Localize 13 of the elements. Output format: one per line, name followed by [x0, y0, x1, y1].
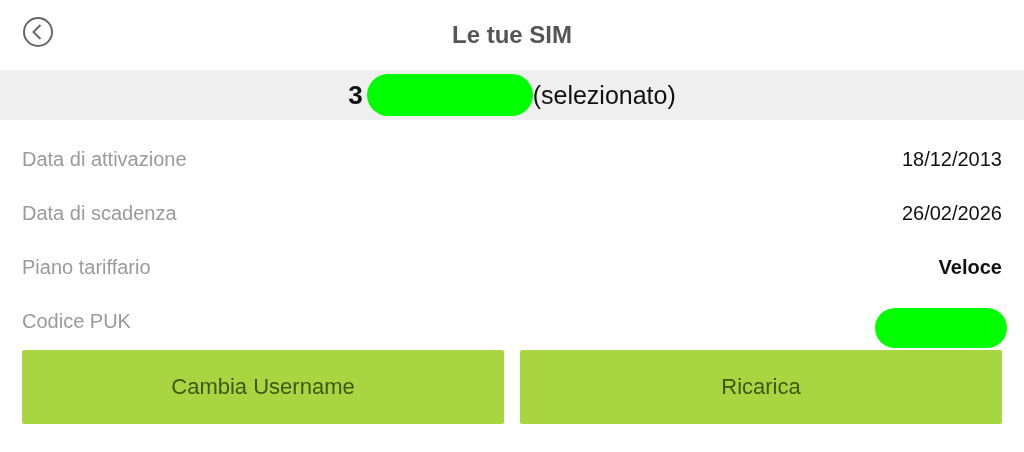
- selected-status: (selezionato): [532, 80, 676, 110]
- action-button[interactable]: Ricarica: [520, 350, 1002, 424]
- detail-value: Veloce: [938, 255, 1002, 279]
- detail-label: Codice PUK: [22, 309, 131, 333]
- detail-value: 26/02/2026: [901, 201, 1002, 225]
- detail-label: Piano tariffario: [22, 255, 151, 279]
- back-icon[interactable]: [22, 16, 54, 48]
- detail-value: 18/12/2013: [901, 147, 1002, 171]
- detail-label: Data di attivazione: [22, 147, 187, 171]
- sim-number: 3: [348, 79, 363, 111]
- action-button[interactable]: Cambia Username: [22, 350, 504, 424]
- screen-title: Le tue SIM: [452, 21, 572, 49]
- detail-label: Data di scadenza: [22, 201, 177, 225]
